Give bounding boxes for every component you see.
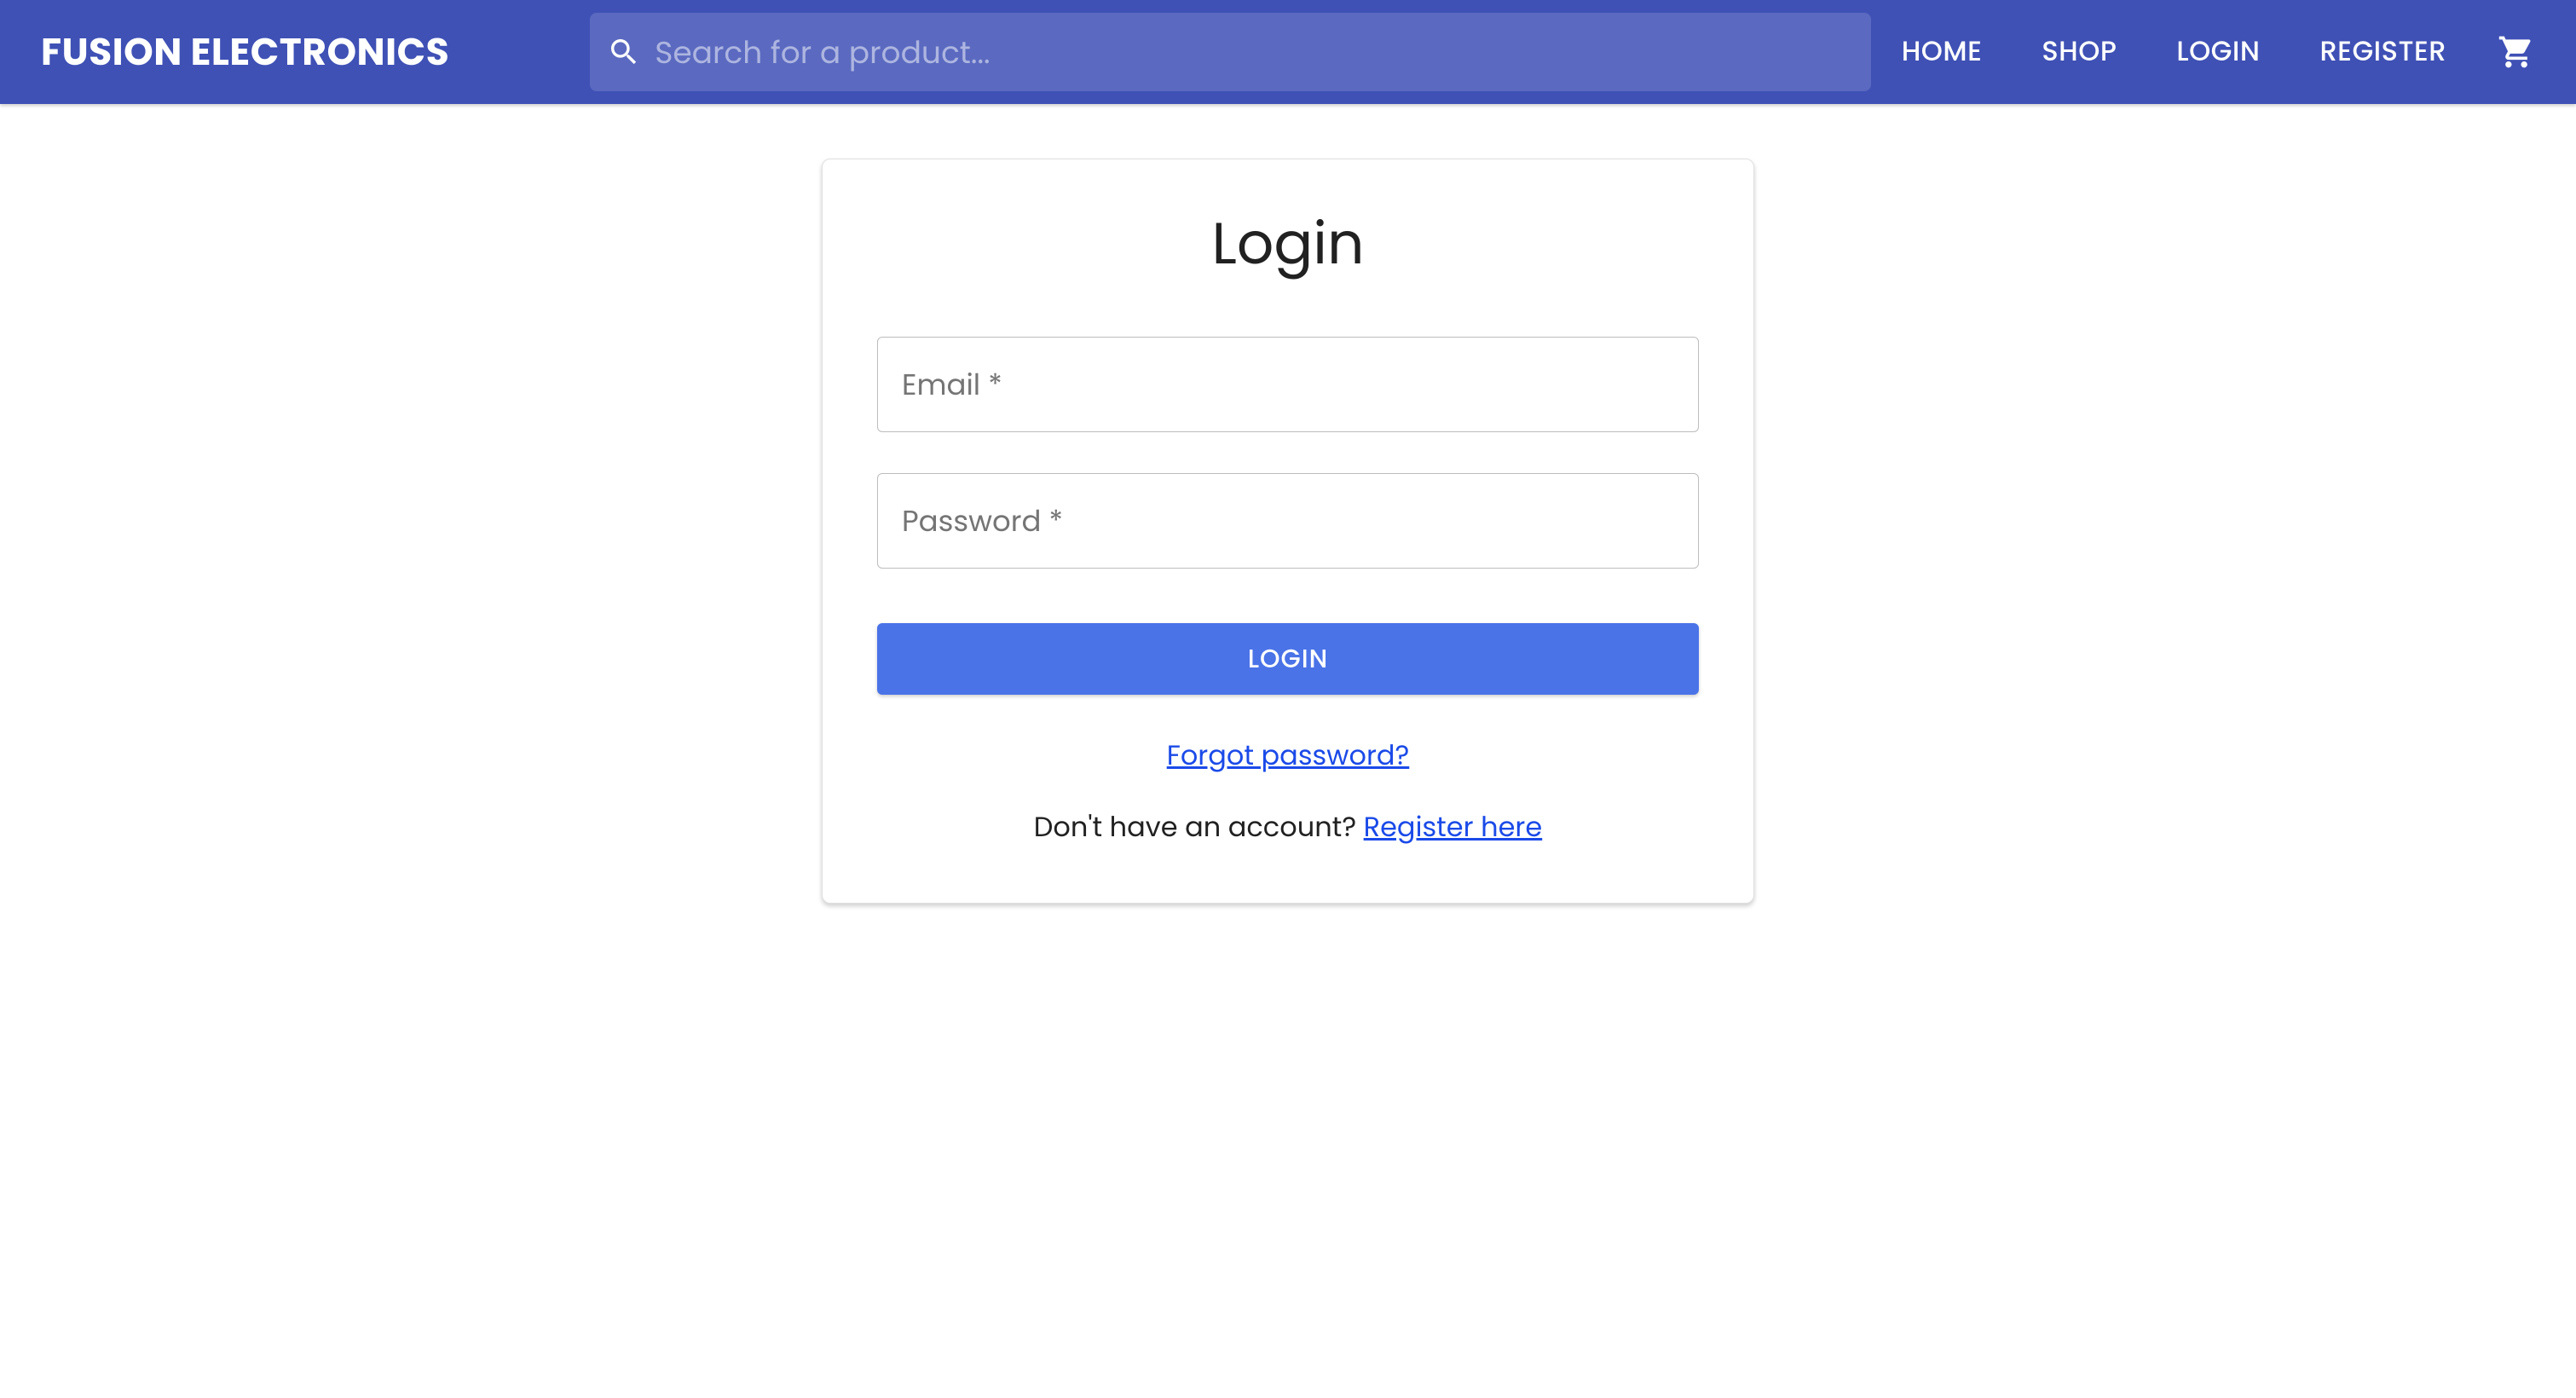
- app-header: FUSION ELECTRONICS HOME SHOP LOGIN REGIS…: [0, 0, 2576, 104]
- main-content: Login LOGIN Forgot password? Don't have …: [0, 104, 2576, 904]
- search-input[interactable]: [655, 29, 1854, 76]
- password-field[interactable]: [877, 473, 1699, 569]
- register-here-link[interactable]: Register here: [1364, 808, 1543, 846]
- email-field[interactable]: [877, 337, 1699, 432]
- brand-name[interactable]: FUSION ELECTRONICS: [41, 25, 449, 80]
- login-title: Login: [877, 200, 1699, 287]
- nav-login[interactable]: LOGIN: [2176, 32, 2260, 72]
- nav-shop[interactable]: SHOP: [2042, 32, 2117, 72]
- search-container[interactable]: [590, 13, 1871, 91]
- search-icon: [607, 35, 641, 69]
- nav-register[interactable]: REGISTER: [2319, 32, 2446, 72]
- nav-home[interactable]: HOME: [1902, 32, 1983, 72]
- register-prompt: Don't have an account? Register here: [877, 807, 1699, 848]
- main-nav: HOME SHOP LOGIN REGISTER: [1902, 32, 2535, 72]
- login-card: Login LOGIN Forgot password? Don't have …: [822, 159, 1754, 904]
- no-account-text: Don't have an account?: [1034, 808, 1364, 846]
- login-button[interactable]: LOGIN: [877, 623, 1699, 695]
- forgot-password-link[interactable]: Forgot password?: [877, 736, 1699, 777]
- cart-icon[interactable]: [2498, 33, 2535, 71]
